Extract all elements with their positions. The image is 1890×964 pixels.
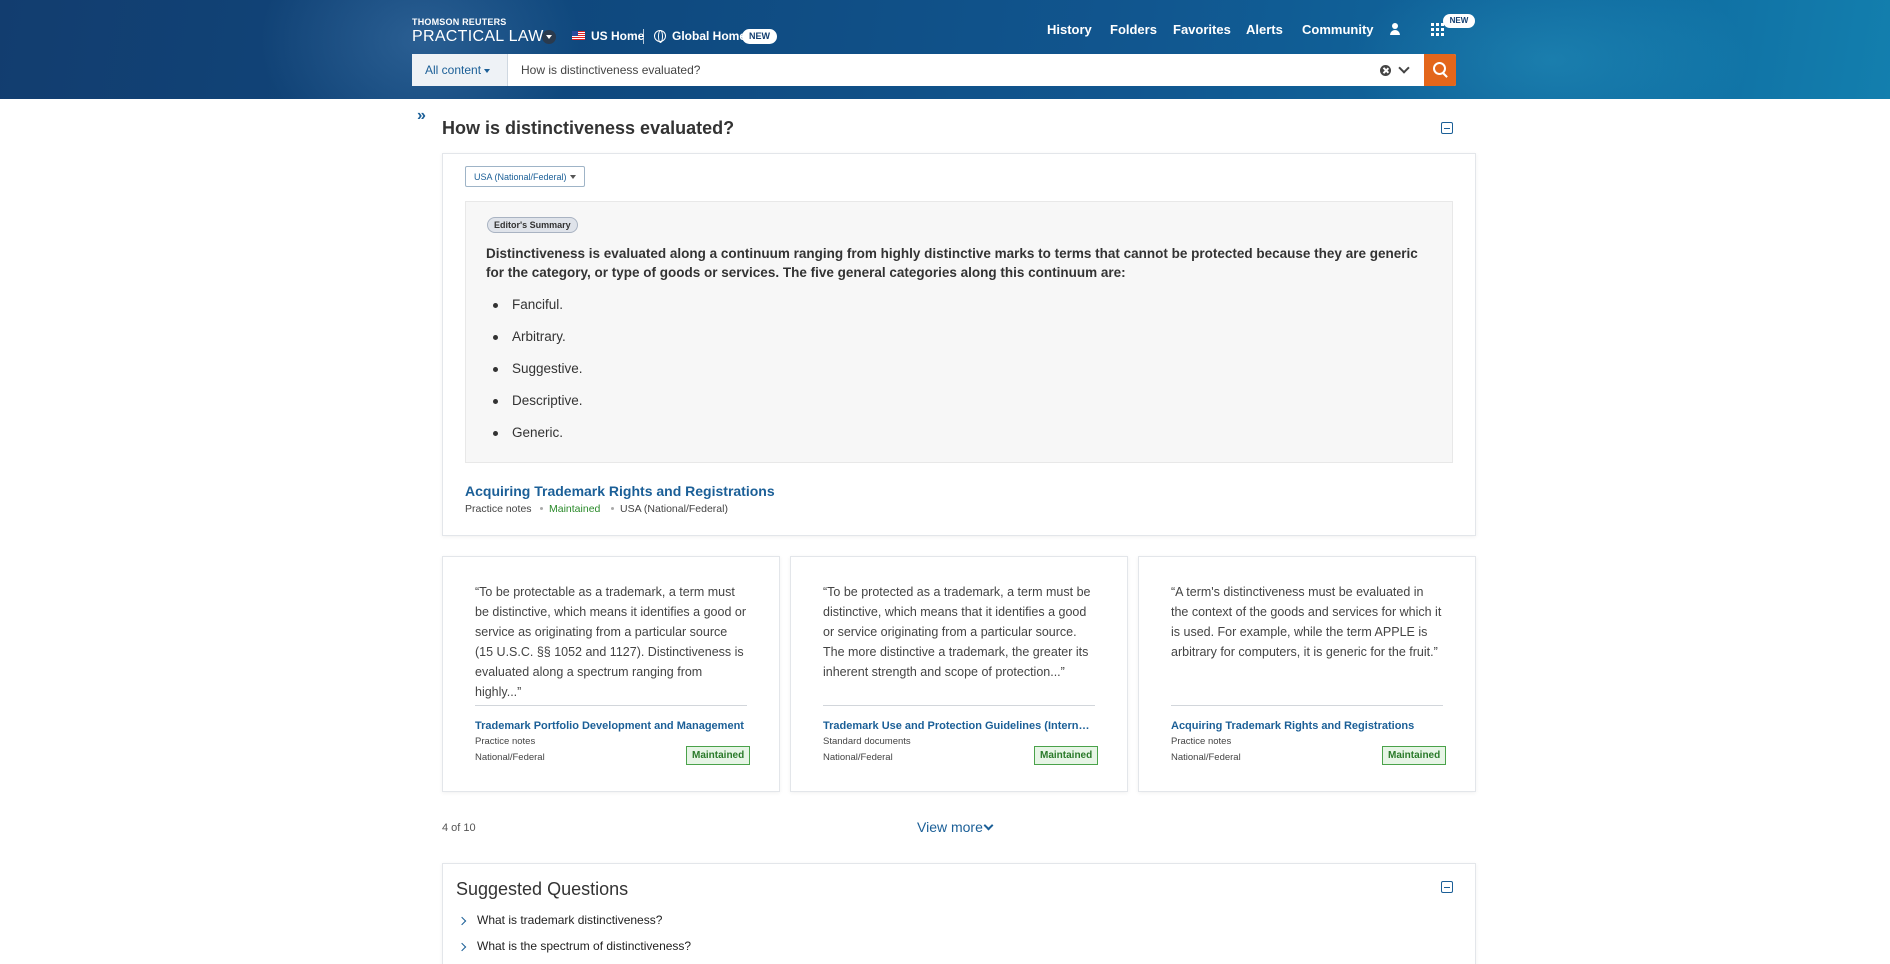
divider <box>823 705 1095 706</box>
source-jurisdiction: USA (National/Federal) <box>620 503 728 515</box>
apps-grid-icon[interactable] <box>1431 23 1444 36</box>
nav-community[interactable]: Community <box>1302 22 1374 37</box>
top-header: THOMSON REUTERS PRACTICAL LAW US Home Gl… <box>0 0 1890 99</box>
source-status: Maintained <box>549 503 601 515</box>
nav-divider <box>643 29 644 44</box>
brand-company[interactable]: THOMSON REUTERS <box>412 17 507 27</box>
expand-sidebar-icon[interactable]: » <box>417 108 426 124</box>
new-badge: NEW <box>742 29 777 44</box>
result-title-link[interactable]: Trademark Use and Protection Guidelines … <box>823 720 1093 732</box>
maintained-badge: Maintained <box>686 746 751 765</box>
list-item: Descriptive. <box>488 391 583 423</box>
result-type: Standard documents <box>823 736 911 747</box>
result-quote: “A term's distinctiveness must be evalua… <box>1171 585 1442 659</box>
editors-summary: Editor's Summary Distinctiveness is eval… <box>465 201 1453 463</box>
globe-icon <box>654 30 666 43</box>
result-type: Practice notes <box>1171 736 1232 747</box>
search-scope-dropdown[interactable]: All content <box>412 54 508 86</box>
suggested-questions-title: Suggested Questions <box>456 879 629 899</box>
list-item: Fanciful. <box>488 295 583 327</box>
user-icon[interactable] <box>1389 23 1401 36</box>
apps-new-badge: NEW <box>1443 14 1475 28</box>
list-item: Suggestive. <box>488 359 583 391</box>
search-options-chevron-icon[interactable] <box>1398 62 1410 74</box>
clear-search-icon[interactable] <box>1380 65 1391 76</box>
result-title-link[interactable]: Acquiring Trademark Rights and Registrat… <box>1171 720 1441 732</box>
divider <box>475 705 747 706</box>
result-quote: “To be protectable as a trademark, a ter… <box>475 585 746 699</box>
editors-summary-badge: Editor's Summary <box>487 217 578 233</box>
results-counter: 4 of 10 <box>442 822 476 834</box>
global-home-link[interactable]: Global Home <box>672 29 746 43</box>
jurisdiction-label: USA (National/Federal) <box>474 172 567 182</box>
maintained-badge: Maintained <box>1034 746 1099 765</box>
result-jurisdiction: National/Federal <box>475 752 545 763</box>
us-home-link[interactable]: US Home <box>591 29 644 43</box>
caret-down-icon <box>570 175 576 179</box>
result-type: Practice notes <box>475 736 536 747</box>
source-document-link[interactable]: Acquiring Trademark Rights and Registrat… <box>465 483 775 499</box>
meta-separator <box>611 507 614 510</box>
us-flag-icon <box>572 31 585 40</box>
suggested-question-item[interactable]: What is the spectrum of distinctiveness? <box>477 939 691 953</box>
suggested-question-item[interactable]: What is trademark distinctiveness? <box>477 913 662 927</box>
source-type: Practice notes <box>465 503 532 515</box>
collapse-answer-icon[interactable] <box>1441 122 1453 134</box>
list-item: Arbitrary. <box>488 327 583 359</box>
result-quote: “To be protected as a trademark, a term … <box>823 585 1091 679</box>
nav-history[interactable]: History <box>1047 22 1092 37</box>
nav-favorites[interactable]: Favorites <box>1173 22 1231 37</box>
search-input[interactable] <box>521 54 1321 86</box>
search-bar: All content <box>412 54 1456 86</box>
divider <box>1171 705 1443 706</box>
view-more-button[interactable]: View more <box>917 819 983 835</box>
maintained-badge: Maintained <box>1382 746 1447 765</box>
result-jurisdiction: National/Federal <box>823 752 893 763</box>
nav-folders[interactable]: Folders <box>1110 22 1157 37</box>
caret-down-icon <box>484 68 491 73</box>
result-title-link[interactable]: Trademark Portfolio Development and Mana… <box>475 720 745 732</box>
page-title: How is distinctiveness evaluated? <box>442 118 735 138</box>
brand-logo[interactable]: PRACTICAL LAW <box>412 28 544 46</box>
result-jurisdiction: National/Federal <box>1171 752 1241 763</box>
meta-separator <box>540 507 543 510</box>
jurisdiction-dropdown[interactable]: USA (National/Federal) <box>465 166 585 187</box>
list-item: Generic. <box>488 423 583 455</box>
brand-menu-chevron-icon[interactable] <box>542 30 556 44</box>
nav-alerts[interactable]: Alerts <box>1246 22 1283 37</box>
summary-text: Distinctiveness is evaluated along a con… <box>486 246 1418 280</box>
category-list: Fanciful. Arbitrary. Suggestive. Descrip… <box>488 295 583 455</box>
collapse-suggested-icon[interactable] <box>1441 881 1453 893</box>
chevron-down-icon[interactable] <box>983 820 994 831</box>
search-button[interactable] <box>1424 54 1456 86</box>
search-scope-label: All content <box>425 63 482 77</box>
